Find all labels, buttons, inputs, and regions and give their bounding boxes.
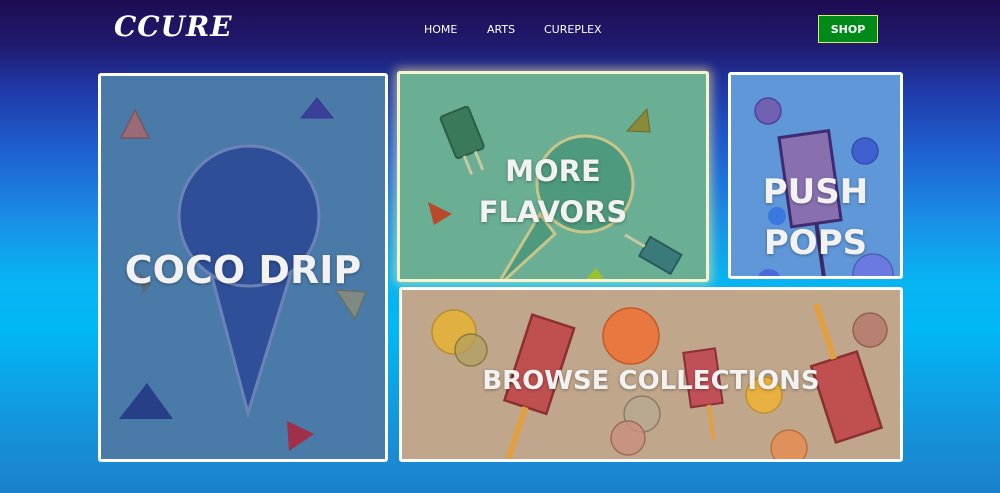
triangle-shape	[334, 289, 368, 321]
browse-collections-illustration	[431, 302, 888, 459]
popsicle-shape	[809, 349, 884, 445]
circle-shape	[851, 137, 879, 165]
circle-shape	[454, 333, 488, 367]
tile-more-flavors[interactable]: MORE FLAVORS	[397, 71, 709, 282]
circle-shape	[770, 429, 808, 459]
tile-push-pops[interactable]: PUSH POPS	[728, 72, 903, 279]
circle-shape	[610, 420, 646, 456]
triangle-shape	[299, 97, 335, 119]
popsicle-shape	[502, 313, 576, 416]
cone-shape	[209, 271, 294, 419]
circle-shape	[745, 376, 783, 414]
shop-button[interactable]: SHOP	[818, 15, 878, 43]
triangle-shape	[586, 268, 604, 279]
triangle-shape	[139, 271, 151, 294]
circle-shape	[754, 97, 782, 125]
tile-browse-collections[interactable]: BROWSE COLLECTIONS	[399, 287, 903, 462]
circle-shape	[768, 207, 786, 225]
cone-shape	[499, 211, 558, 279]
triangle-shape	[428, 202, 452, 225]
circle-shape	[602, 307, 660, 365]
triangle-shape	[119, 383, 173, 419]
triangle-shape	[287, 421, 314, 451]
pushpop-shape	[777, 129, 843, 229]
scoop-shape	[177, 144, 321, 288]
circle-shape	[852, 312, 888, 348]
push-pops-illustration	[754, 97, 894, 276]
nav-cureplex[interactable]: CUREPLEX	[544, 23, 602, 36]
triangle-shape	[625, 107, 651, 133]
triangle-shape	[119, 108, 151, 139]
popsicle-shape	[637, 235, 683, 276]
nav-arts[interactable]: ARTS	[487, 23, 515, 36]
popsicle-shape	[439, 105, 485, 160]
popsicle-shape	[682, 347, 724, 409]
tile-coco-drip[interactable]: COCO DRIP	[98, 73, 388, 462]
nav-home[interactable]: HOME	[424, 23, 457, 36]
circle-shape	[852, 253, 894, 276]
scoop-shape	[535, 134, 635, 234]
circle-shape	[758, 269, 780, 276]
coco-drip-illustration	[119, 97, 368, 451]
more-flavors-illustration	[428, 105, 683, 279]
